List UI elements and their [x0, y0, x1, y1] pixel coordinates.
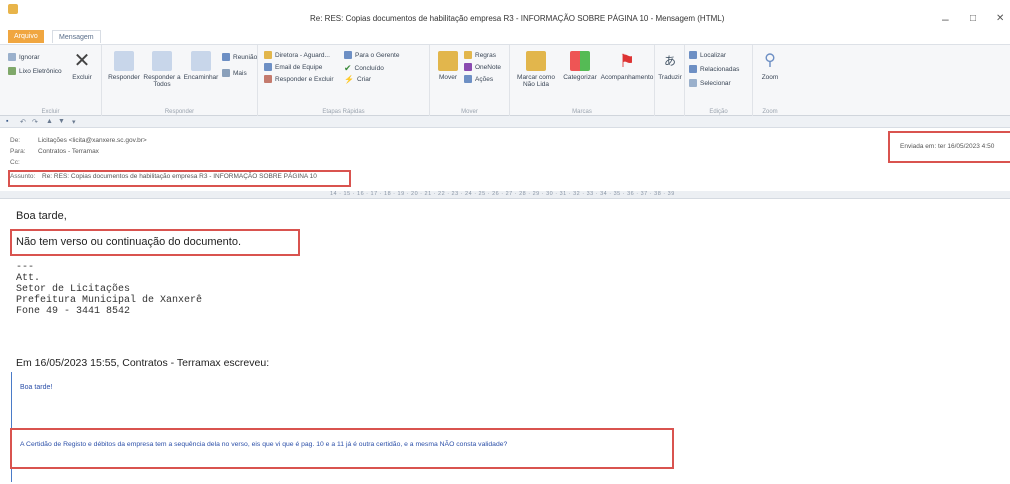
folder-icon	[264, 51, 272, 59]
reply-icon	[114, 51, 134, 71]
close-button[interactable]: ✕	[996, 13, 1004, 24]
onenote-button[interactable]: OneNote	[464, 63, 501, 71]
binoculars-icon	[689, 51, 697, 59]
forward-button[interactable]: Encaminhar	[182, 51, 220, 81]
tab-arquivo[interactable]: Arquivo	[8, 30, 44, 43]
translate-icon: あ	[663, 54, 676, 68]
ribbon: Ignorar Lixo Eletrônico ✕ Excluir Excluir…	[0, 44, 1010, 117]
save-icon[interactable]: ▪	[6, 118, 8, 125]
highlight-main-line	[10, 229, 300, 256]
reply-all-icon	[152, 51, 172, 71]
magnifier-icon: ⚲	[764, 52, 776, 69]
ruler: 14 · 15 · 16 · 17 · 18 · 19 · 20 · 21 · …	[0, 191, 1010, 199]
title-bar: Arquivo Mensagem Re: RES: Copias documen…	[0, 0, 1010, 44]
window-title: Re: RES: Copias documentos de habilitaçã…	[310, 14, 725, 23]
group-label-mover: Mover	[461, 109, 478, 115]
group-responder: Responder Responder a Todos Encaminhar R…	[102, 45, 258, 117]
group-label-zoom: Zoom	[762, 109, 778, 115]
group-excluir: Ignorar Lixo Eletrônico ✕ Excluir Excluir	[0, 45, 102, 117]
quote-greeting: Boa tarde!	[20, 384, 53, 391]
onenote-icon	[464, 63, 472, 71]
categorize-icon	[570, 51, 590, 71]
group-label-edicao: Edição	[709, 109, 728, 115]
group-etapas-rapidas: Diretora - Aguard... Email de Equipe Res…	[258, 45, 430, 117]
minimize-button[interactable]: –	[942, 12, 949, 26]
reply-all-button[interactable]: Responder a Todos	[142, 51, 182, 88]
actions-button[interactable]: Ações	[464, 75, 493, 83]
cc-row: Cc:	[10, 159, 20, 166]
junk-button[interactable]: Lixo Eletrônico	[8, 67, 62, 75]
highlight-quote-text	[10, 428, 674, 469]
forward-icon	[191, 51, 211, 71]
junk-icon	[8, 67, 16, 75]
group-marcas: Marcar como Não Lida Categorizar ⚑ Acompa…	[510, 45, 655, 117]
reply-delete-icon	[264, 75, 272, 83]
meeting-button[interactable]: Reunião	[222, 53, 257, 61]
greeting: Boa tarde,	[16, 210, 67, 222]
quick-access-toolbar: ▪ ↶ ↷ ▲ ▼ ▾	[0, 116, 1010, 128]
highlight-sent	[888, 131, 1010, 163]
related-button[interactable]: Relacionadas	[689, 65, 739, 73]
reply-button[interactable]: Responder	[106, 51, 142, 81]
rules-button[interactable]: Regras	[464, 51, 496, 59]
ignore-button[interactable]: Ignorar	[8, 53, 40, 61]
team-email-icon	[264, 63, 272, 71]
lightning-icon: ⚡	[344, 75, 354, 84]
redo-icon[interactable]: ↷	[32, 118, 38, 126]
more-button[interactable]: Mais	[222, 69, 247, 77]
from-value[interactable]: Licitações <licita@xanxere.sc.gov.br>	[38, 137, 147, 144]
group-label-etapas: Etapas Rápidas	[322, 109, 365, 115]
translate-button[interactable]: あ Traduzir	[656, 51, 684, 81]
quickstep-manager[interactable]: Para o Gerente	[344, 51, 399, 59]
related-icon	[689, 65, 697, 73]
highlight-subject	[8, 170, 351, 187]
delete-x-icon: ✕	[73, 50, 91, 72]
group-traduzir: あ Traduzir	[655, 45, 685, 117]
group-edicao: Localizar Relacionadas Selecionar Edição	[685, 45, 753, 117]
to-value[interactable]: Contratos - Terramax	[38, 148, 99, 155]
checkmark-icon: ✔	[344, 63, 352, 73]
delete-button[interactable]: ✕ Excluir	[66, 51, 98, 81]
undo-icon[interactable]: ↶	[20, 118, 26, 126]
ignore-icon	[8, 53, 16, 61]
move-folder-icon	[438, 51, 458, 71]
more-icon	[222, 69, 230, 77]
quickstep-team-email[interactable]: Email de Equipe	[264, 63, 322, 71]
quickstep-done[interactable]: ✔ Concluído	[344, 63, 384, 74]
quickstep-diretora[interactable]: Diretora - Aguard...	[264, 51, 330, 59]
to-row: Para: Contratos - Terramax	[10, 148, 99, 155]
envelope-icon	[526, 51, 546, 71]
categorize-button[interactable]: Categorizar	[560, 51, 600, 81]
restore-button[interactable]: □	[970, 13, 976, 24]
outlook-app-icon	[8, 4, 18, 14]
down-arrow-icon[interactable]: ▼	[58, 118, 65, 125]
quote-header: Em 16/05/2023 15:55, Contratos - Terrama…	[16, 357, 270, 369]
group-label-marcas: Marcas	[572, 109, 592, 115]
find-button[interactable]: Localizar	[689, 51, 726, 59]
followup-button[interactable]: ⚑ Acompanhamento	[600, 51, 654, 81]
mark-unread-button[interactable]: Marcar como Não Lida	[512, 51, 560, 88]
group-zoom: ⚲ Zoom Zoom	[753, 45, 787, 117]
move-button[interactable]: Mover	[434, 51, 462, 81]
group-label-responder: Responder	[164, 109, 195, 115]
quickstep-create[interactable]: ⚡ Criar	[344, 75, 371, 84]
group-mover: Mover Regras OneNote Ações Mover	[430, 45, 510, 117]
customize-icon[interactable]: ▾	[72, 118, 76, 126]
group-label-excluir: Excluir	[41, 109, 60, 115]
forward-manager-icon	[344, 51, 352, 59]
quickstep-reply-delete[interactable]: Responder e Excluir	[264, 75, 334, 83]
meeting-icon	[222, 53, 230, 61]
select-icon	[689, 79, 697, 87]
rules-icon	[464, 51, 472, 59]
flag-icon: ⚑	[618, 51, 636, 71]
select-button[interactable]: Selecionar	[689, 79, 731, 87]
from-row: De: Licitações <licita@xanxere.sc.gov.br>	[10, 137, 147, 144]
actions-icon	[464, 75, 472, 83]
zoom-button[interactable]: ⚲ Zoom	[755, 51, 785, 81]
signature: --- Att. Setor de Licitações Prefeitura …	[16, 262, 203, 317]
tab-mensagem[interactable]: Mensagem	[52, 30, 101, 43]
up-arrow-icon[interactable]: ▲	[46, 118, 53, 125]
